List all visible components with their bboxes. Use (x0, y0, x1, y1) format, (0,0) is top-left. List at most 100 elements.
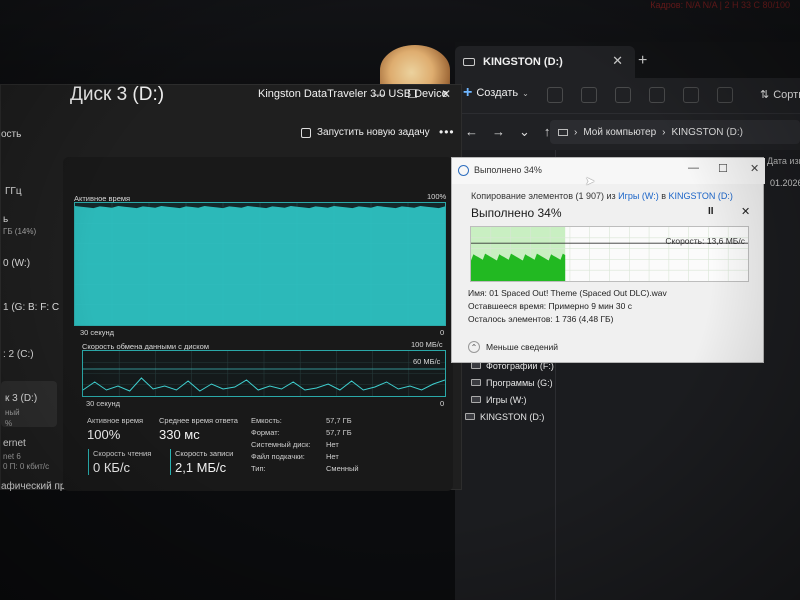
page-file-label: Файл подкачки: (251, 452, 305, 461)
copy-dialog-title: Выполнено 34% (474, 165, 542, 175)
explorer-tab[interactable]: KINGSTON (D:) ✕ (455, 46, 635, 78)
perf-item-sub: % (5, 419, 13, 428)
copy-description-mid: в (658, 191, 669, 201)
perf-item-disk-2[interactable]: : 2 (C:) (3, 344, 34, 362)
transfer-chart-max: 100 МБ/с (411, 340, 443, 349)
active-time-chart-min: 0 (440, 328, 445, 337)
active-time-chart-duration: 30 секунд (80, 328, 114, 337)
cancel-copy-icon[interactable]: ✕ (741, 205, 750, 218)
active-time-chart-svg (75, 203, 445, 325)
drive-icon (471, 362, 481, 369)
perf-item-label: 1 (G: B: F: C (3, 302, 60, 313)
address-bar[interactable]: › Мой компьютер › KINGSTON (D:) (550, 120, 800, 144)
perf-item-cpu-speed[interactable]: ГГц (5, 181, 22, 199)
active-time-area (75, 206, 445, 325)
explorer-toolbar: + Создать ⌄ ⇅ Сортир (455, 78, 800, 114)
perf-item-label: : 2 (C:) (3, 349, 34, 360)
breadcrumb-separator-icon: › (662, 126, 666, 138)
active-time-stat-label: Активное время (87, 416, 144, 425)
type-value: Сменный (326, 464, 359, 473)
cut-icon[interactable] (547, 87, 563, 103)
delete-icon[interactable] (717, 87, 733, 103)
format-label: Формат: (251, 428, 280, 437)
perf-item-disk-w[interactable]: 0 (W:) (3, 253, 30, 271)
file-date-cell: 01.2026 (770, 178, 800, 188)
chevron-down-icon: ⌄ (522, 88, 529, 98)
fewer-details-button[interactable]: ⌃ Меньше сведений (468, 341, 558, 353)
plus-icon: + (463, 84, 473, 101)
active-time-chart (74, 202, 446, 326)
explorer-address-row: ← → ⌄ ↑ › Мой компьютер › KINGSTON (D:) (455, 114, 800, 150)
back-arrow-icon[interactable]: ← (465, 124, 478, 140)
copy-progress-icon (458, 165, 469, 176)
perf-item-disk-1[interactable]: 1 (G: B: F: C (3, 297, 59, 315)
perf-item-sub: ГБ (14%) (3, 227, 37, 236)
drive-icon (465, 413, 475, 420)
more-options-icon[interactable]: ••• (439, 125, 455, 139)
transfer-chart-duration: 30 секунд (86, 399, 120, 408)
avg-response-stat-value: 330 мс (159, 427, 200, 442)
overlay-status-text: Кадров: N/A N/A | 2 Н 33 С 80/100 (650, 0, 790, 10)
sort-button[interactable]: ⇅ Сортир (760, 88, 800, 102)
read-speed-stat-label: Скорость чтения (93, 449, 152, 458)
perf-item-memory-sub: ГБ (14%) (3, 221, 36, 239)
copy-progress-percent: Выполнено 34% (471, 206, 562, 220)
computer-icon (558, 128, 568, 136)
nav-item-kingston[interactable]: KINGSTON (D:) (465, 408, 555, 425)
perf-item-label: афический пр (1, 481, 66, 492)
close-tab-icon[interactable]: ✕ (612, 53, 623, 69)
nav-item-games[interactable]: Игры (W:) (465, 391, 555, 408)
disk-model: Kingston DataTraveler 3.0 USB Device (258, 88, 448, 100)
mouse-cursor-icon: ➤ (585, 174, 596, 188)
copy-speed-area (471, 253, 566, 281)
breadcrumb-item[interactable]: Мой компьютер (583, 127, 656, 138)
breadcrumb-separator-icon: › (574, 126, 578, 138)
chevron-up-icon: ⌃ (468, 341, 480, 353)
forward-arrow-icon[interactable]: → (492, 124, 505, 140)
copy-items-remaining: Осталось элементов: 1 736 (4,48 ГБ) (468, 314, 614, 324)
nav-item-programs[interactable]: Программы (G:) (465, 374, 555, 391)
new-tab-button[interactable]: + (638, 52, 647, 70)
create-button-label: Создать (476, 87, 519, 99)
copy-speed-label: Скорость: 13,6 МБ/с (665, 236, 745, 246)
active-time-chart-max: 100% (427, 192, 447, 201)
minimize-icon[interactable]: — (688, 162, 699, 174)
copy-destination-link[interactable]: KINGSTON (D:) (669, 191, 733, 201)
transfer-chart-ref: 60 МБ/с (412, 357, 442, 366)
write-speed-stat-label: Скорость записи (175, 449, 234, 458)
drive-icon (471, 396, 481, 403)
copy-source-link[interactable]: Игры (W:) (618, 191, 659, 201)
system-disk-label: Системный диск: (251, 440, 311, 449)
avg-response-stat-label: Среднее время ответа (159, 416, 238, 425)
column-header-date[interactable]: Дата измен (767, 156, 800, 166)
perf-item-gpu[interactable]: афический пр (1, 476, 65, 494)
copy-icon[interactable] (581, 87, 597, 103)
drive-icon (463, 58, 475, 66)
read-speed-marker (88, 449, 89, 475)
perf-item-label: ГГц (5, 186, 22, 197)
nav-item-label: Игры (W:) (486, 394, 527, 405)
paste-icon[interactable] (615, 87, 631, 103)
copy-description-prefix: Копирование элементов (1 907) из (471, 191, 619, 201)
close-icon[interactable]: ✕ (750, 162, 759, 175)
rename-icon[interactable] (649, 87, 665, 103)
perf-item-ethernet-rate: 0 П: 0 кбит/с (3, 456, 49, 474)
maximize-icon[interactable]: ☐ (718, 162, 728, 175)
breadcrumb-item[interactable]: KINGSTON (D:) (671, 127, 742, 138)
write-speed-marker (170, 449, 171, 475)
share-icon[interactable] (683, 87, 699, 103)
pause-icon[interactable]: II (708, 206, 714, 217)
copy-progress-dialog: Выполнено 34% — ☐ ✕ Копирование элементо… (451, 157, 765, 363)
drive-icon (471, 379, 481, 386)
run-task-icon (301, 127, 311, 138)
run-new-task-button[interactable]: Запустить новую задачу (301, 127, 430, 138)
capacity-value: 57,7 ГБ (326, 416, 352, 425)
recent-chevron-icon[interactable]: ⌄ (519, 124, 530, 140)
transfer-rate-chart-svg (82, 351, 446, 396)
write-speed-stat-value: 2,1 МБ/с (175, 460, 227, 475)
transfer-chart-min: 0 (440, 399, 445, 408)
nav-item-label: KINGSTON (D:) (480, 411, 545, 422)
read-speed-stat-value: 0 КБ/с (93, 460, 131, 475)
create-button[interactable]: + Создать ⌄ (463, 84, 529, 101)
nav-arrows: ← → ⌄ ↑ (465, 124, 550, 140)
